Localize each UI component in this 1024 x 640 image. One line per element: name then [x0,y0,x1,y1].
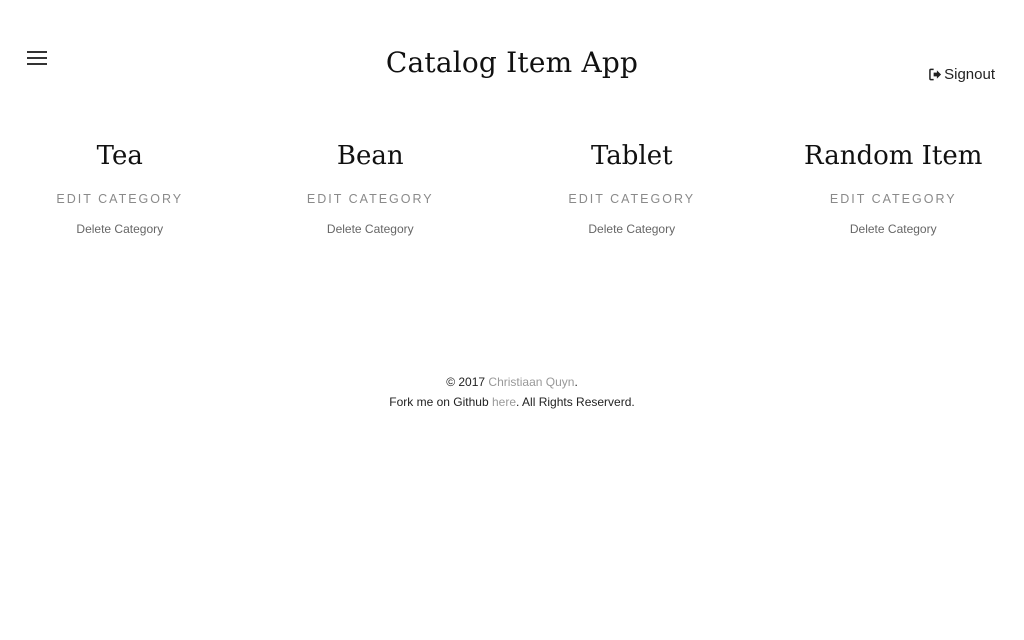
category-name: Tea [96,141,143,171]
author-link[interactable]: Christiaan Quyn [488,375,574,389]
delete-category-link[interactable]: Delete Category [501,222,762,236]
sign-out-icon [929,68,942,81]
edit-category-link[interactable]: EDIT CATEGORY [307,192,434,206]
edit-category-link[interactable]: EDIT CATEGORY [56,192,183,206]
delete-category-link[interactable]: Delete Category [763,222,1024,236]
category-card: Tablet EDIT CATEGORY Delete Category [501,138,762,236]
copyright-prefix: © 2017 [446,375,489,389]
edit-category-link[interactable]: EDIT CATEGORY [830,192,957,206]
category-name: Random Item [804,141,983,171]
fork-line: Fork me on Github here. All Rights Reser… [0,392,1024,412]
app-title: Catalog Item App [385,46,639,79]
copyright-suffix: . [574,375,578,389]
fork-suffix: . All Rights Reserverd. [516,395,635,409]
signout-label: Signout [944,66,995,83]
category-card: Random Item EDIT CATEGORY Delete Categor… [763,138,1024,236]
copyright-line: © 2017 Christiaan Quyn. [0,372,1024,392]
footer: © 2017 Christiaan Quyn. Fork me on Githu… [0,372,1024,412]
category-card: Bean EDIT CATEGORY Delete Category [240,138,501,236]
category-name: Bean [336,141,404,171]
github-link[interactable]: here [492,395,516,409]
category-name: Tablet [590,141,673,171]
category-list: Tea EDIT CATEGORY Delete Category Bean E… [0,138,1024,236]
fork-prefix: Fork me on Github [389,395,492,409]
signout-link[interactable]: Signout [929,66,995,83]
category-card: Tea EDIT CATEGORY Delete Category [0,138,240,236]
delete-category-link[interactable]: Delete Category [0,222,240,236]
edit-category-link[interactable]: EDIT CATEGORY [568,192,695,206]
delete-category-link[interactable]: Delete Category [240,222,501,236]
